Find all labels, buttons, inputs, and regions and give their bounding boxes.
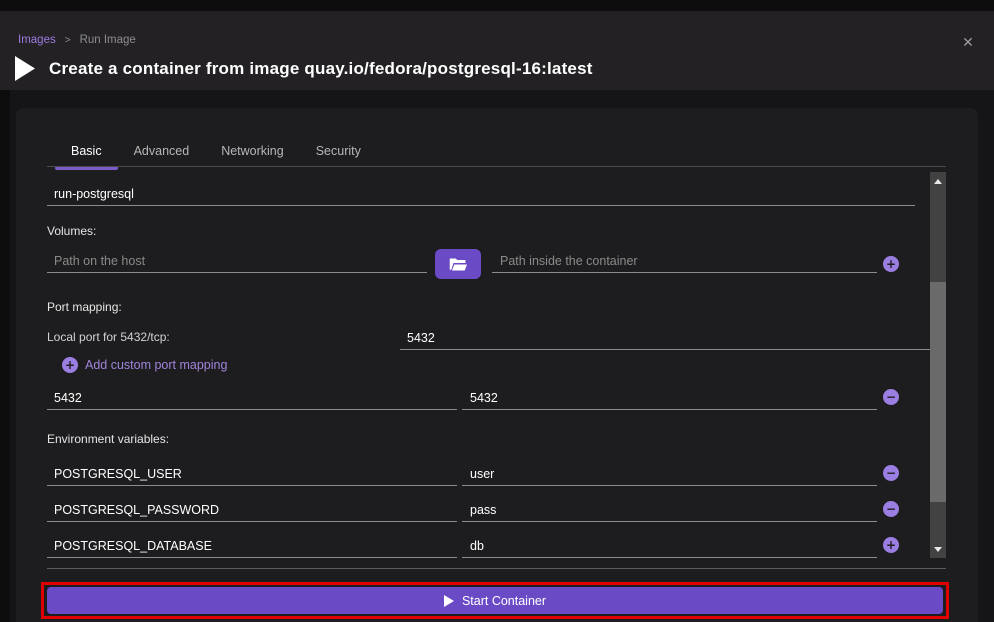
browse-folder-button[interactable]: [435, 249, 481, 279]
env-key-input-user[interactable]: [47, 462, 457, 486]
close-icon[interactable]: ✕: [958, 32, 978, 52]
tab-security[interactable]: Security: [300, 136, 377, 166]
local-port-label: Local port for 5432/tcp:: [47, 330, 170, 344]
tabs-divider: [47, 166, 946, 167]
scroll-down-icon: [934, 547, 942, 552]
volumes-label: Volumes:: [47, 224, 96, 238]
env-key-input-database[interactable]: [47, 534, 457, 558]
custom-port-host-input[interactable]: [47, 386, 457, 410]
tab-advanced[interactable]: Advanced: [118, 136, 206, 166]
content-area: Basic Advanced Networking Security Volum…: [10, 90, 994, 622]
tab-networking[interactable]: Networking: [205, 136, 300, 166]
remove-env-password-icon[interactable]: −: [883, 501, 899, 517]
host-path-input[interactable]: [47, 249, 427, 273]
scroll-down-button[interactable]: [930, 542, 946, 556]
remove-port-icon[interactable]: −: [883, 389, 899, 405]
add-volume-icon[interactable]: +: [883, 256, 899, 272]
start-play-icon: [444, 595, 454, 607]
custom-port-container-input[interactable]: [462, 386, 877, 410]
plus-circle-icon: +: [62, 357, 78, 373]
scroll-up-icon: [934, 179, 942, 184]
env-key-input-password[interactable]: [47, 498, 457, 522]
tab-basic[interactable]: Basic: [55, 136, 118, 166]
page-header: Images > Run Image ✕ Create a container …: [0, 11, 994, 90]
breadcrumb-current: Run Image: [80, 34, 136, 46]
add-custom-port-link[interactable]: + Add custom port mapping: [62, 357, 227, 373]
env-variables-label: Environment variables:: [47, 432, 169, 446]
add-custom-port-label: Add custom port mapping: [85, 358, 227, 372]
remove-env-user-icon[interactable]: −: [883, 465, 899, 481]
scrollbar-thumb[interactable]: [930, 282, 946, 502]
env-value-input-user[interactable]: [462, 462, 877, 486]
tab-bar: Basic Advanced Networking Security: [55, 136, 377, 166]
port-mapping-label: Port mapping:: [47, 300, 122, 314]
breadcrumb: Images > Run Image: [18, 34, 136, 46]
local-port-input[interactable]: [400, 326, 938, 350]
folder-icon: [449, 257, 467, 272]
env-value-input-database[interactable]: [462, 534, 877, 558]
start-container-label: Start Container: [462, 594, 546, 608]
start-container-button[interactable]: Start Container: [47, 587, 943, 614]
page-title: Create a container from image quay.io/fe…: [49, 59, 593, 79]
play-icon: [14, 55, 36, 82]
container-path-input[interactable]: [492, 249, 877, 273]
add-env-icon[interactable]: +: [883, 537, 899, 553]
form-scrollbar[interactable]: [930, 172, 946, 558]
scroll-up-button[interactable]: [930, 174, 946, 188]
container-name-input[interactable]: [47, 182, 915, 206]
title-row: Create a container from image quay.io/fe…: [14, 55, 593, 82]
run-image-page: Images > Run Image ✕ Create a container …: [0, 0, 994, 622]
breadcrumb-separator: >: [65, 35, 71, 46]
env-value-input-password[interactable]: [462, 498, 877, 522]
run-image-form-card: Basic Advanced Networking Security Volum…: [16, 108, 978, 622]
breadcrumb-images-link[interactable]: Images: [18, 34, 56, 46]
footer-divider: [47, 568, 946, 569]
